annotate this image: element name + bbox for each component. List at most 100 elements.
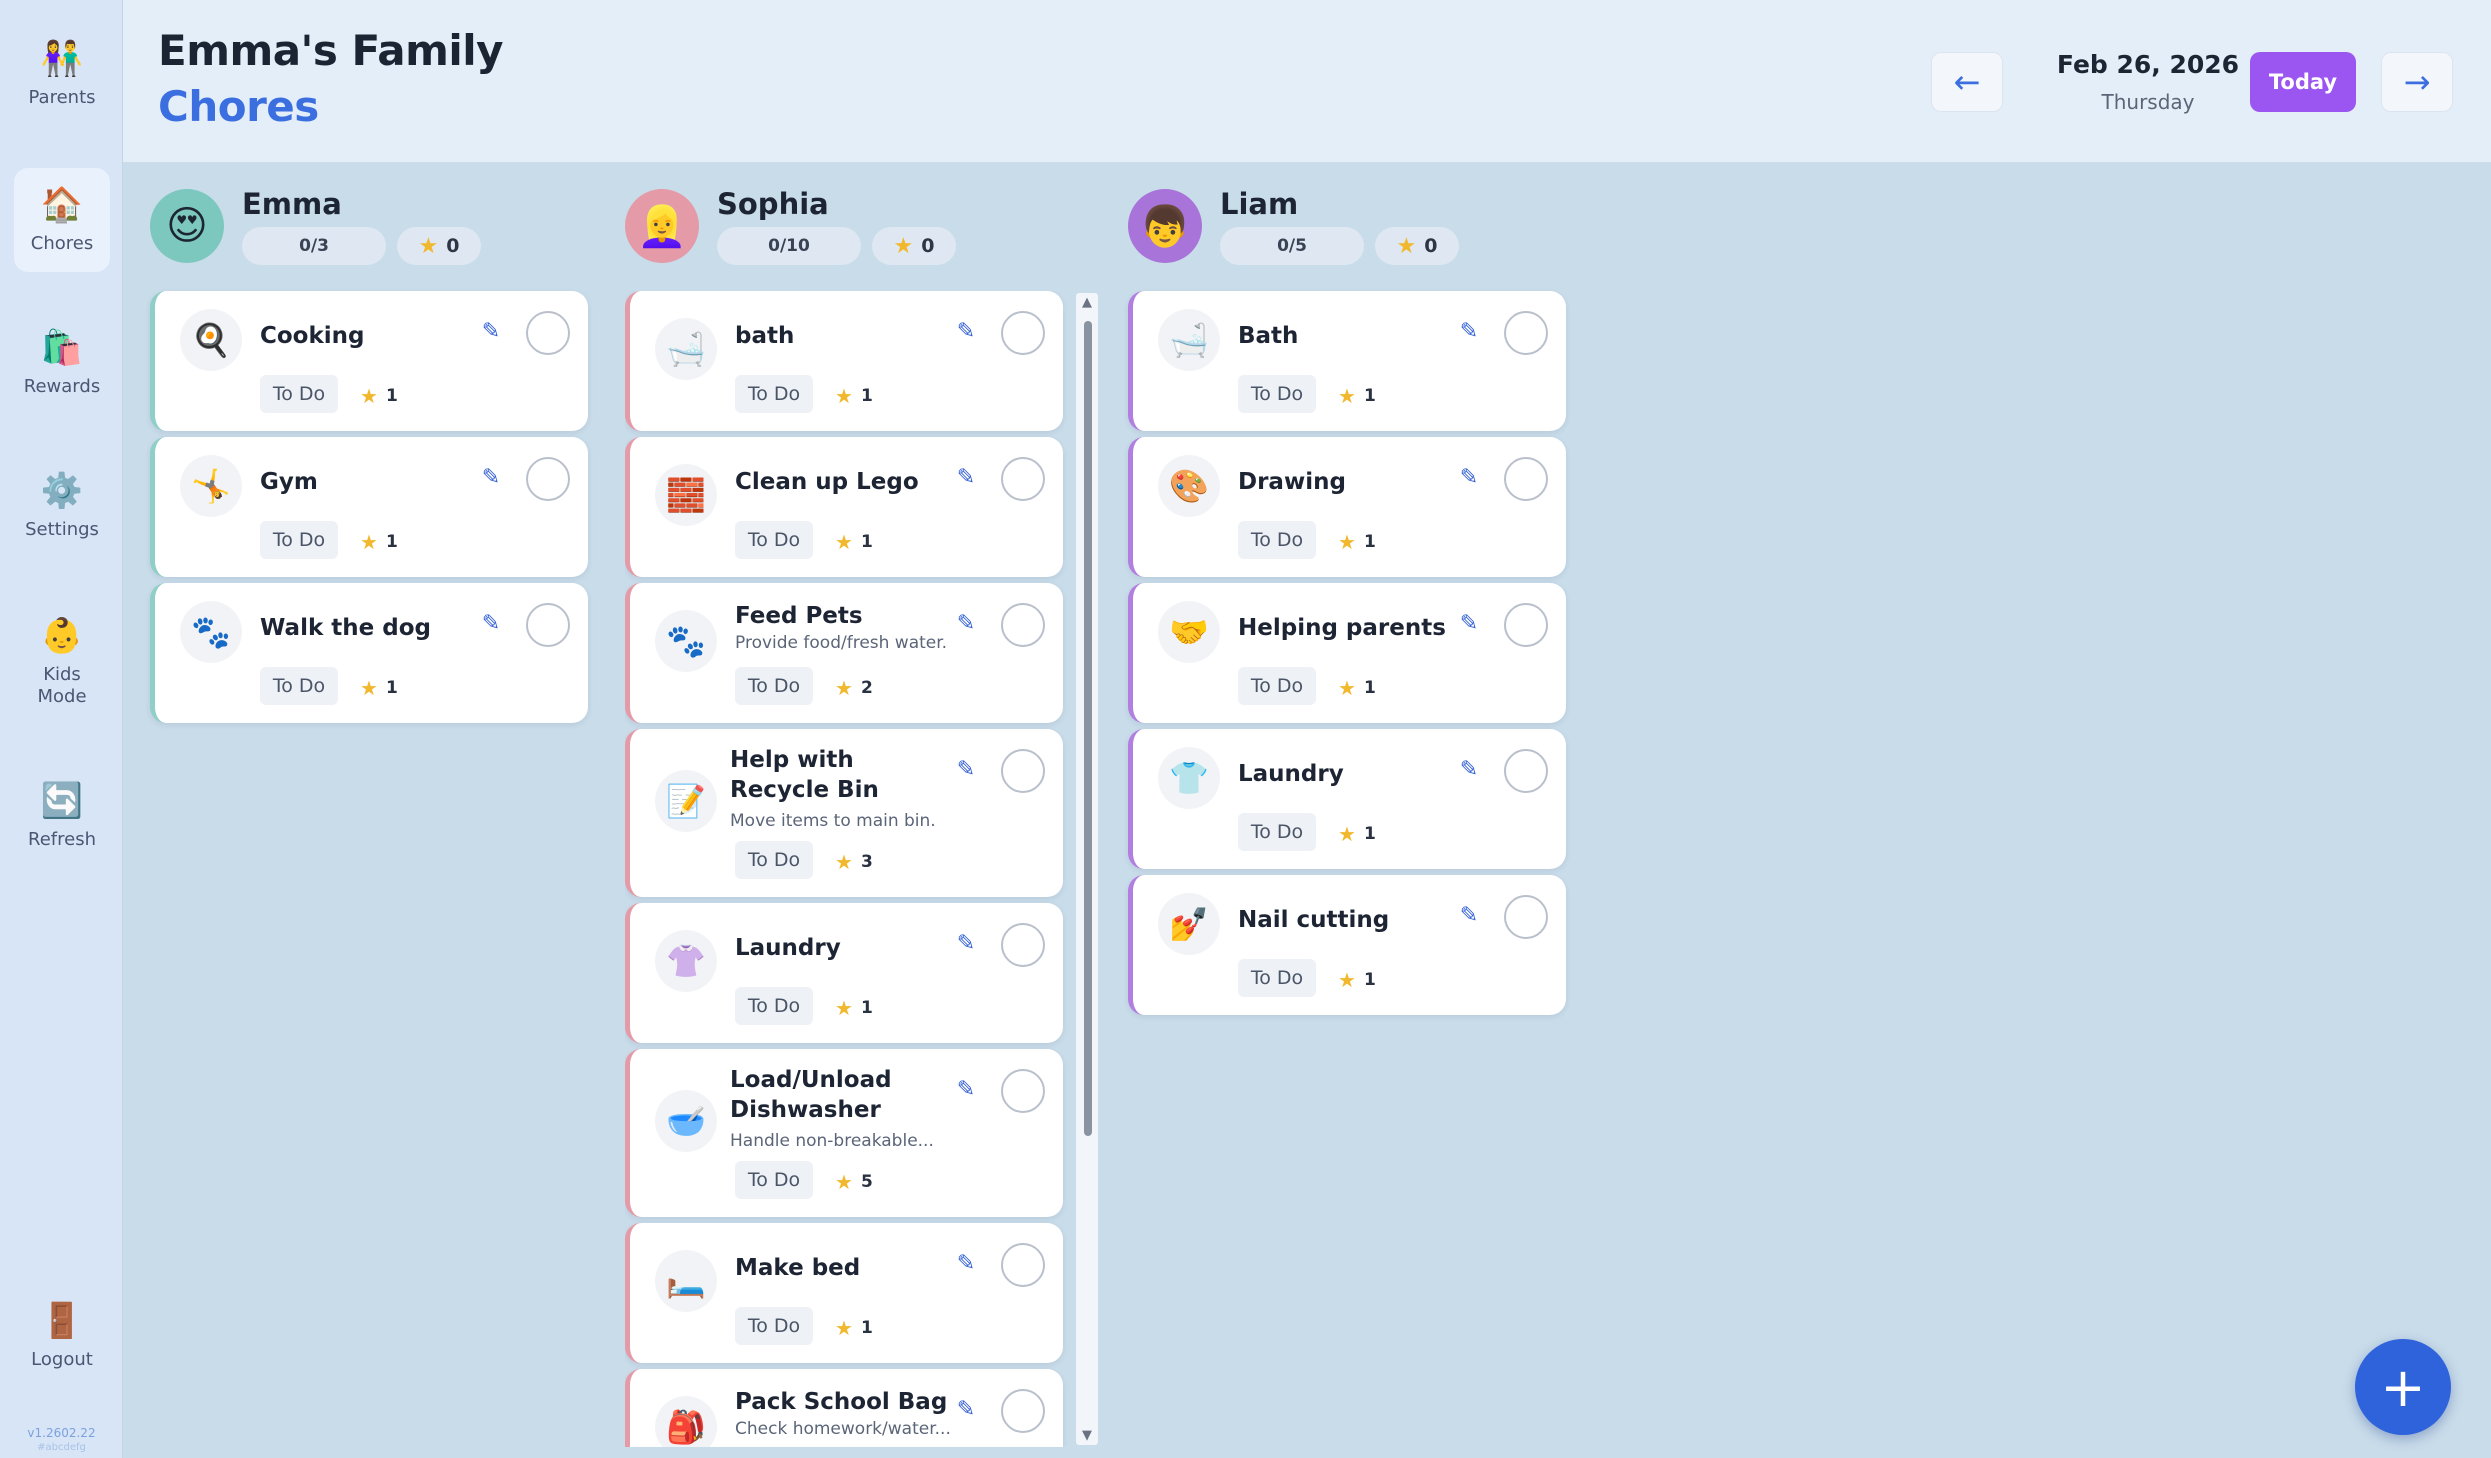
chore-card[interactable]: 🎨 Drawing To Do ★ 1 ✎ xyxy=(1128,437,1566,577)
chore-icon: 🛏️ xyxy=(655,1250,717,1312)
edit-icon[interactable]: ✎ xyxy=(1457,465,1481,490)
points: ★ 1 xyxy=(360,676,398,700)
add-chore-button[interactable]: + xyxy=(2355,1339,2451,1435)
complete-checkbox[interactable] xyxy=(1504,895,1548,939)
edit-icon[interactable]: ✎ xyxy=(479,611,503,636)
prev-day-button[interactable]: ← xyxy=(1931,52,2003,112)
star-icon: ★ xyxy=(360,676,378,700)
edit-icon[interactable]: ✎ xyxy=(954,611,978,636)
nav-label: Logout xyxy=(31,1349,93,1370)
nav-parents[interactable]: 👫 Parents xyxy=(14,22,110,126)
edit-icon[interactable]: ✎ xyxy=(1457,319,1481,344)
complete-checkbox[interactable] xyxy=(1001,1389,1045,1433)
sidebar: 👫 Parents 🏠 Chores 🛍️ Rewards ⚙️ Setting… xyxy=(0,0,123,1458)
star-icon: ★ xyxy=(1338,968,1356,992)
complete-checkbox[interactable] xyxy=(1504,311,1548,355)
star-icon: ★ xyxy=(835,1170,853,1194)
nav-label: Settings xyxy=(25,519,99,540)
complete-checkbox[interactable] xyxy=(1001,1069,1045,1113)
today-button[interactable]: Today xyxy=(2250,52,2356,112)
complete-checkbox[interactable] xyxy=(526,603,570,647)
chore-title: Make bed xyxy=(735,1255,861,1281)
chore-title: Cooking xyxy=(260,323,365,349)
edit-icon[interactable]: ✎ xyxy=(954,931,978,956)
chore-title: Load/Unload Dishwasher xyxy=(730,1067,892,1123)
edit-icon[interactable]: ✎ xyxy=(954,757,978,782)
star-icon: ★ xyxy=(835,1316,853,1340)
sophia-scrollbar[interactable]: ▲ ▼ xyxy=(1076,293,1098,1445)
status-chip: To Do xyxy=(735,521,813,559)
edit-icon[interactable]: ✎ xyxy=(954,1077,978,1102)
page-title: Chores xyxy=(158,82,319,131)
nav-chores[interactable]: 🏠 Chores xyxy=(14,168,110,272)
avatar[interactable]: 👦 xyxy=(1128,189,1202,263)
chore-card[interactable]: 🍳 Cooking To Do ★ 1 ✎ xyxy=(150,291,588,431)
points-value: 1 xyxy=(1363,678,1376,698)
scrollbar-thumb[interactable] xyxy=(1084,321,1092,1136)
baby-icon: 👶 xyxy=(40,616,84,656)
stars-badge: ★ 0 xyxy=(397,227,481,265)
edit-icon[interactable]: ✎ xyxy=(1457,757,1481,782)
complete-checkbox[interactable] xyxy=(1504,749,1548,793)
status-chip: To Do xyxy=(735,1161,813,1199)
nav-settings[interactable]: ⚙️ Settings xyxy=(14,454,110,558)
edit-icon[interactable]: ✎ xyxy=(954,1251,978,1276)
points: ★ 1 xyxy=(1338,822,1376,846)
complete-checkbox[interactable] xyxy=(1001,603,1045,647)
complete-checkbox[interactable] xyxy=(1001,1243,1045,1287)
parents-icon: 👫 xyxy=(40,39,84,79)
points: ★ 1 xyxy=(360,530,398,554)
edit-icon[interactable]: ✎ xyxy=(954,465,978,490)
chore-card[interactable]: 📝 Help with Recycle Bin Move items to main… xyxy=(625,729,1063,897)
complete-checkbox[interactable] xyxy=(1001,749,1045,793)
chore-title: Clean up Lego xyxy=(735,469,919,495)
complete-checkbox[interactable] xyxy=(526,311,570,355)
chore-card[interactable]: 👕 Laundry To Do ★ 1 ✎ xyxy=(1128,729,1566,869)
points-value: 1 xyxy=(1363,824,1376,844)
complete-checkbox[interactable] xyxy=(1001,923,1045,967)
chore-icon: 🛁 xyxy=(1158,309,1220,371)
edit-icon[interactable]: ✎ xyxy=(1457,903,1481,928)
chore-card[interactable]: 🛏️ Make bed To Do ★ 1 ✎ xyxy=(625,1223,1063,1363)
star-icon: ★ xyxy=(835,530,853,554)
current-date: Feb 26, 2026 xyxy=(2056,50,2240,79)
complete-checkbox[interactable] xyxy=(526,457,570,501)
edit-icon[interactable]: ✎ xyxy=(479,319,503,344)
chore-card[interactable]: 👚 Laundry To Do ★ 1 ✎ xyxy=(625,903,1063,1043)
chore-card[interactable]: 💅 Nail cutting To Do ★ 1 ✎ xyxy=(1128,875,1566,1015)
points: ★ 1 xyxy=(1338,676,1376,700)
scroll-down-icon[interactable]: ▼ xyxy=(1080,1428,1094,1443)
chore-card[interactable]: 🛁 Bath To Do ★ 1 ✎ xyxy=(1128,291,1566,431)
scroll-up-icon[interactable]: ▲ xyxy=(1080,295,1094,310)
chore-card[interactable]: 🤸 Gym To Do ★ 1 ✎ xyxy=(150,437,588,577)
points: ★ 1 xyxy=(835,530,873,554)
avatar[interactable]: 👱‍♀️ xyxy=(625,189,699,263)
complete-checkbox[interactable] xyxy=(1504,603,1548,647)
edit-icon[interactable]: ✎ xyxy=(479,465,503,490)
chore-card[interactable]: 🛁 bath To Do ★ 1 ✎ xyxy=(625,291,1063,431)
complete-checkbox[interactable] xyxy=(1001,457,1045,501)
next-day-button[interactable]: → xyxy=(2381,52,2453,112)
complete-checkbox[interactable] xyxy=(1001,311,1045,355)
points: ★ 1 xyxy=(1338,384,1376,408)
chore-card[interactable]: 🐾 Feed Pets Provide food/fresh water. To Do… xyxy=(625,583,1063,723)
star-icon: ★ xyxy=(360,384,378,408)
chore-card[interactable]: 🎒Pack School BagCheck homework/water...T… xyxy=(625,1369,1063,1447)
nav-rewards[interactable]: 🛍️ Rewards xyxy=(14,311,110,415)
avatar[interactable]: 😍 xyxy=(150,189,224,263)
status-chip: To Do xyxy=(735,841,813,879)
nav-refresh[interactable]: 🔄 Refresh xyxy=(14,764,110,868)
chore-card[interactable]: 🤝 Helping parents To Do ★ 1 ✎ xyxy=(1128,583,1566,723)
chore-card[interactable]: 🧱 Clean up Lego To Do ★ 1 ✎ xyxy=(625,437,1063,577)
star-icon: ★ xyxy=(1338,384,1356,408)
points-value: 1 xyxy=(860,386,873,406)
edit-icon[interactable]: ✎ xyxy=(954,319,978,344)
chore-card[interactable]: 🥣 Load/Unload Dishwasher Handle non-breaka… xyxy=(625,1049,1063,1217)
chore-card[interactable]: 🐾 Walk the dog To Do ★ 1 ✎ xyxy=(150,583,588,723)
kid-name: Liam xyxy=(1220,187,1299,221)
nav-kids-mode[interactable]: 👶 Kids Mode xyxy=(14,604,110,720)
edit-icon[interactable]: ✎ xyxy=(1457,611,1481,636)
complete-checkbox[interactable] xyxy=(1504,457,1548,501)
edit-icon[interactable]: ✎ xyxy=(954,1397,978,1422)
nav-logout[interactable]: 🚪 Logout xyxy=(14,1284,110,1388)
